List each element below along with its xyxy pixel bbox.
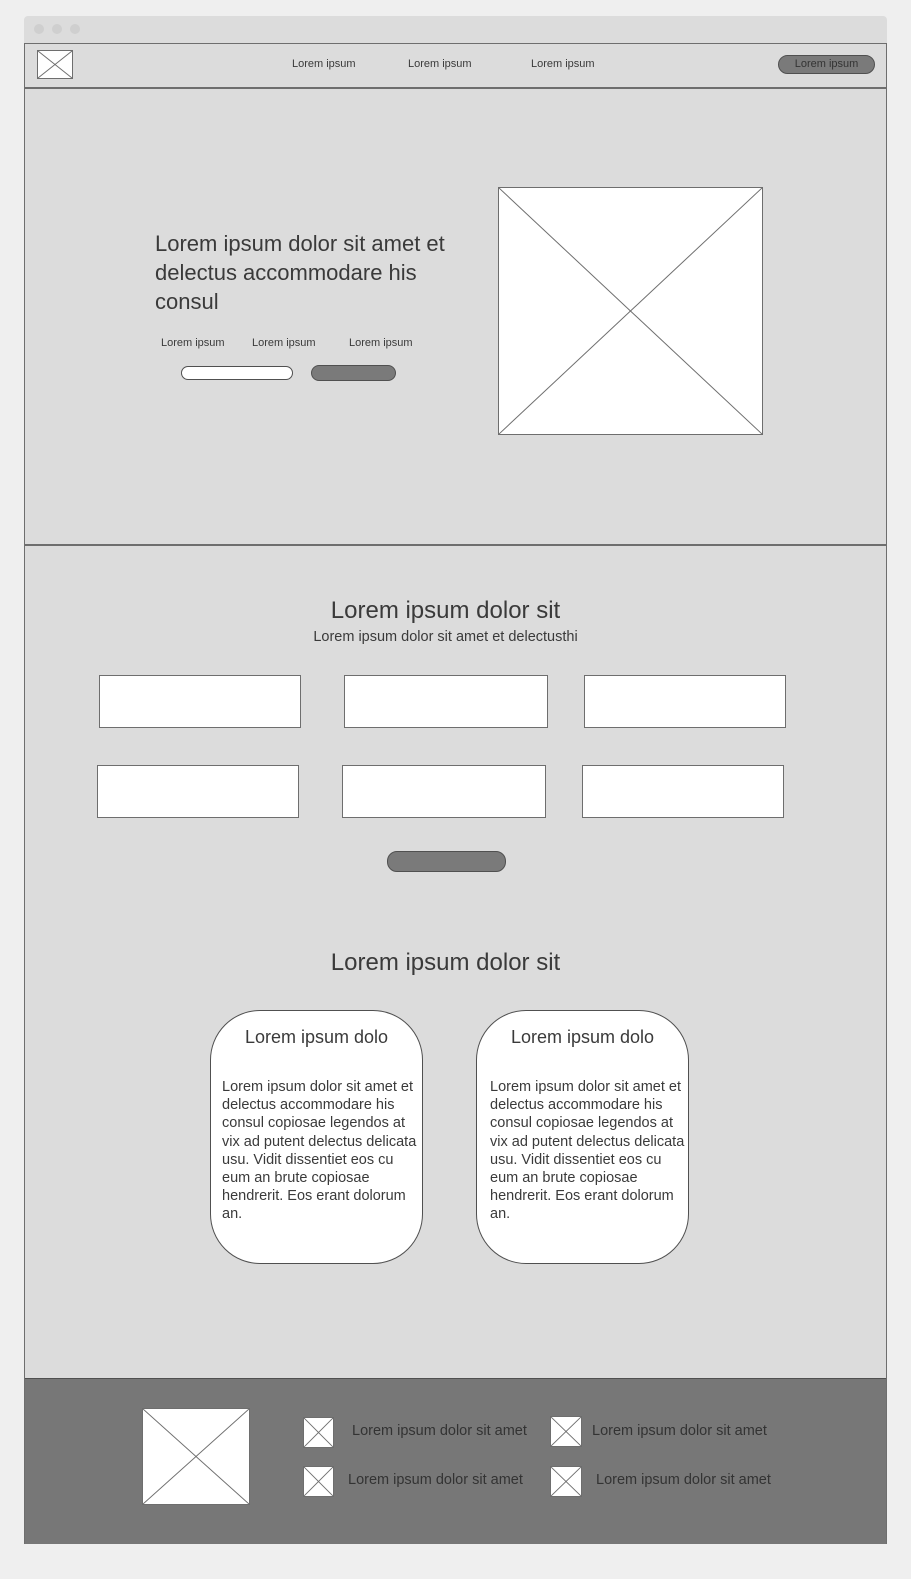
feature-box-2 xyxy=(344,675,548,728)
features-action-button[interactable] xyxy=(387,851,506,872)
info-card-2: Lorem ipsum dolo Lorem ipsum dolor sit a… xyxy=(476,1010,689,1264)
logo-image-placeholder-icon[interactable] xyxy=(37,50,73,79)
feature-box-6 xyxy=(582,765,784,818)
feature-box-4 xyxy=(97,765,299,818)
window-titlebar xyxy=(24,16,887,43)
footer-item-3-text[interactable]: Lorem ipsum dolor sit amet xyxy=(348,1472,523,1488)
nav-cta-button[interactable]: Lorem ipsum xyxy=(778,55,875,74)
hero-label-2: Lorem ipsum xyxy=(252,337,316,349)
browser-window: Lorem ipsum Lorem ipsum Lorem ipsum Lore… xyxy=(24,16,887,1544)
hero-section: Lorem ipsum dolor sit amet et delectus a… xyxy=(25,89,886,546)
footer-item-3-image-icon xyxy=(303,1466,334,1497)
page-frame: Lorem ipsum Lorem ipsum Lorem ipsum Lore… xyxy=(24,43,887,1544)
footer-item-2-image-icon xyxy=(550,1416,582,1447)
card-title: Lorem ipsum dolo xyxy=(244,1027,389,1047)
nav-link-1[interactable]: Lorem ipsum xyxy=(292,58,356,70)
features-title: Lorem ipsum dolor sit xyxy=(330,597,561,624)
footer-item-4-text[interactable]: Lorem ipsum dolor sit amet xyxy=(596,1472,771,1488)
hero-title: Lorem ipsum dolor sit amet et delectus a… xyxy=(155,231,445,314)
feature-box-5 xyxy=(342,765,546,818)
footer-item-1-image-icon xyxy=(303,1417,334,1448)
hero-label-1: Lorem ipsum xyxy=(161,337,225,349)
feature-box-1 xyxy=(99,675,301,728)
info-card-1: Lorem ipsum dolo Lorem ipsum dolor sit a… xyxy=(210,1010,423,1264)
nav-link-2[interactable]: Lorem ipsum xyxy=(408,58,472,70)
nav-link-3[interactable]: Lorem ipsum xyxy=(531,58,595,70)
footer-item-4-image-icon xyxy=(550,1466,582,1497)
footer-item-1-text[interactable]: Lorem ipsum dolor sit amet xyxy=(352,1423,527,1439)
card-title: Lorem ipsum dolo xyxy=(510,1027,655,1047)
card-body: Lorem ipsum dolor sit amet et delectus a… xyxy=(222,1079,417,1223)
features-subtitle: Lorem ipsum dolor sit amet et delectusth… xyxy=(313,629,578,645)
footer: Lorem ipsum dolor sit amet Lorem ipsum d… xyxy=(25,1378,886,1544)
window-maximize-dot[interactable] xyxy=(70,24,80,34)
hero-primary-button[interactable] xyxy=(311,365,396,381)
window-close-dot[interactable] xyxy=(34,24,44,34)
hero-label-3: Lorem ipsum xyxy=(349,337,413,349)
card-body: Lorem ipsum dolor sit amet et delectus a… xyxy=(490,1079,685,1223)
footer-item-2-text[interactable]: Lorem ipsum dolor sit amet xyxy=(592,1423,767,1439)
footer-logo-image-placeholder-icon xyxy=(142,1408,250,1505)
window-minimize-dot[interactable] xyxy=(52,24,62,34)
top-navigation: Lorem ipsum Lorem ipsum Lorem ipsum Lore… xyxy=(25,44,886,89)
hero-secondary-button[interactable] xyxy=(181,366,293,380)
feature-box-3 xyxy=(584,675,786,728)
hero-image-placeholder-icon xyxy=(498,187,763,435)
cards-section-title: Lorem ipsum dolor sit xyxy=(330,949,561,976)
